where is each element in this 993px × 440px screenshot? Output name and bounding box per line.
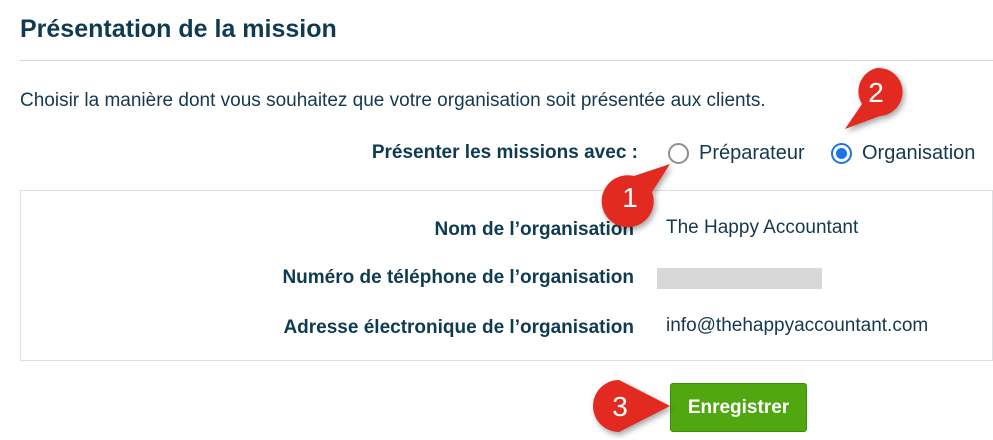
org-email-value: info@thehappyaccountant.com: [666, 315, 929, 336]
save-button[interactable]: Enregistrer: [670, 383, 807, 432]
org-phone-label: Numéro de téléphone de l’organisation: [282, 267, 634, 288]
org-name-value: The Happy Accountant: [666, 217, 859, 238]
org-email-label: Adresse électronique de l’organisation: [283, 317, 634, 338]
radio-organisation[interactable]: [831, 143, 852, 164]
section-description: Choisir la manière dont vous souhaitez q…: [20, 90, 766, 111]
callout-2-marker: 2: [845, 67, 903, 129]
org-phone-redacted-value: [657, 268, 822, 289]
title-divider: [20, 60, 993, 61]
section-title: Présentation de la mission: [20, 15, 337, 43]
callout-2-number: 2: [868, 77, 884, 108]
callout-1-number: 1: [622, 182, 638, 213]
radio-organisation-label[interactable]: Organisation: [862, 142, 975, 165]
radio-preparateur-label[interactable]: Préparateur: [699, 142, 805, 165]
callout-1-marker: 1: [601, 164, 670, 228]
callout-3-marker: 3: [593, 380, 670, 432]
callout-3-number: 3: [612, 391, 628, 422]
